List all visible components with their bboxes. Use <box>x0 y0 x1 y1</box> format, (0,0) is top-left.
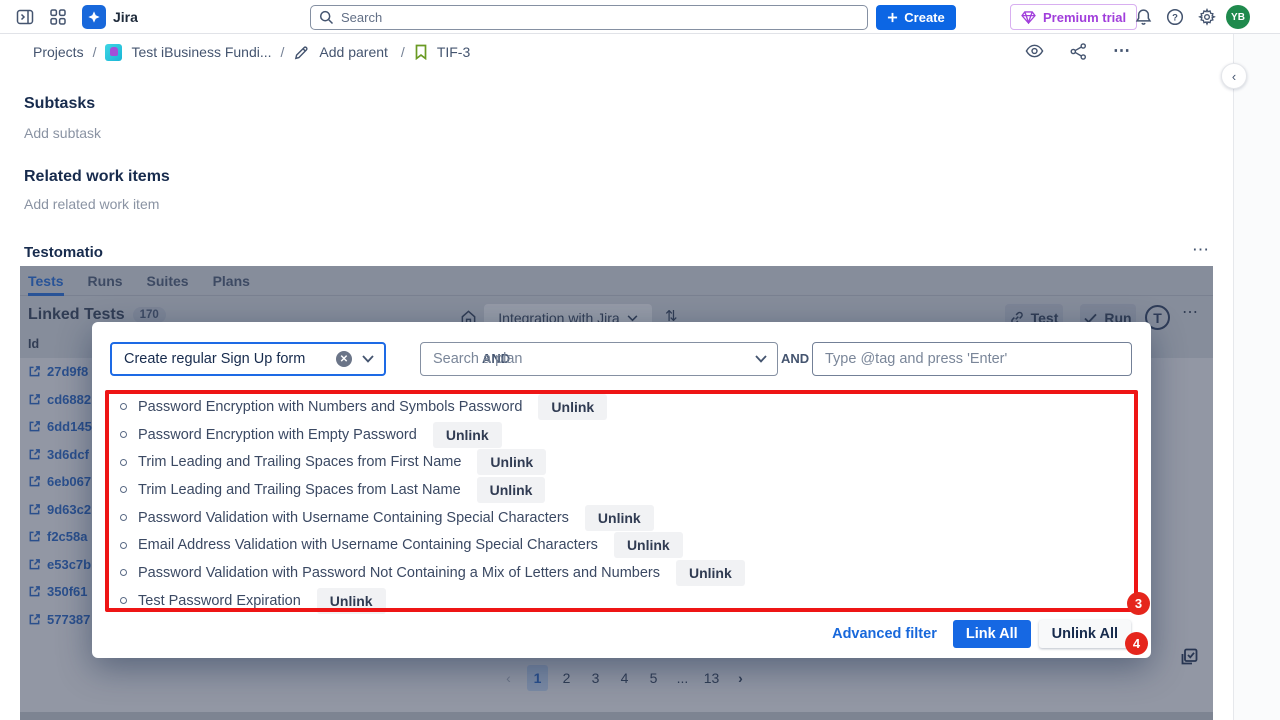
sidebar-expand-icon[interactable] <box>14 6 36 28</box>
add-subtask-link[interactable]: Add subtask <box>24 125 101 141</box>
bookmark-icon <box>414 44 428 60</box>
list-item: Trim Leading and Trailing Spaces from Fi… <box>120 448 745 476</box>
more-actions-icon[interactable]: ⋯ <box>1107 36 1137 66</box>
linked-tests-list: Password Encryption with Numbers and Sym… <box>120 393 745 615</box>
unlink-button[interactable]: Unlink <box>477 477 546 503</box>
breadcrumb-separator: / <box>93 44 97 60</box>
breadcrumb-issue-key[interactable]: TIF-3 <box>437 44 470 60</box>
tag-filter-field[interactable] <box>812 342 1132 376</box>
list-item: Password Encryption with Empty PasswordU… <box>120 421 745 449</box>
unlink-all-button[interactable]: Unlink All <box>1039 620 1131 648</box>
top-navigation-bar: Jira Search Create Premium trial ? YB <box>0 0 1280 34</box>
breadcrumb: Projects / Test iBusiness Fundi... / Add… <box>33 34 470 70</box>
premium-trial-button[interactable]: Premium trial <box>1010 4 1137 30</box>
unlink-button[interactable]: Unlink <box>433 422 502 448</box>
chevron-down-icon[interactable] <box>755 355 767 363</box>
bullet-icon <box>120 569 127 576</box>
breadcrumb-project-name[interactable]: Test iBusiness Fundi... <box>131 44 271 60</box>
plus-icon <box>887 12 898 23</box>
test-filter-input[interactable] <box>112 351 336 367</box>
unlink-button[interactable]: Unlink <box>477 449 546 475</box>
share-icon[interactable] <box>1063 36 1093 66</box>
unlink-button[interactable]: Unlink <box>317 588 386 614</box>
create-button[interactable]: Create <box>876 5 956 30</box>
unlink-button[interactable]: Unlink <box>614 532 683 558</box>
bullet-icon <box>120 486 127 493</box>
help-icon[interactable]: ? <box>1164 6 1186 28</box>
list-item: Trim Leading and Trailing Spaces from La… <box>120 476 745 504</box>
issue-actions: ⋯ <box>1019 36 1137 66</box>
subtasks-heading: Subtasks <box>24 95 95 113</box>
notifications-bell-icon[interactable] <box>1132 6 1154 28</box>
link-tests-modal: ✕ AND AND Password Encryption with Numbe… <box>92 322 1151 658</box>
search-placeholder: Search <box>341 10 382 25</box>
jira-screen: Jira Search Create Premium trial ? YB Pr… <box>0 0 1280 720</box>
app-name: Jira <box>113 9 138 25</box>
edit-pencil-icon <box>293 44 310 61</box>
list-item: Password Validation with Password Not Co… <box>120 559 745 587</box>
link-all-button[interactable]: Link All <box>953 620 1031 648</box>
breadcrumb-projects[interactable]: Projects <box>33 44 84 60</box>
tag-input[interactable] <box>813 351 1131 367</box>
watch-eye-icon[interactable] <box>1019 36 1049 66</box>
list-item: Test Password ExpirationUnlink <box>120 587 745 615</box>
annotation-badge-3: 3 <box>1127 592 1150 615</box>
global-search-input[interactable]: Search <box>310 5 868 30</box>
bullet-icon <box>120 459 127 466</box>
testomatio-heading: Testomatio <box>24 244 103 261</box>
chevron-down-icon[interactable] <box>362 355 374 363</box>
bullet-icon <box>120 542 127 549</box>
bullet-icon <box>120 431 127 438</box>
app-switcher-icon[interactable] <box>47 6 69 28</box>
jira-logo-icon[interactable] <box>82 5 106 29</box>
advanced-filter-link[interactable]: Advanced filter <box>832 626 937 642</box>
clear-icon[interactable]: ✕ <box>336 351 352 367</box>
right-panel-rail: ‹ <box>1233 34 1280 720</box>
settings-gear-icon[interactable] <box>1196 6 1218 28</box>
plan-search-input[interactable] <box>421 351 755 367</box>
annotation-badge-4: 4 <box>1125 632 1148 655</box>
unlink-button[interactable]: Unlink <box>538 394 607 420</box>
related-work-items-heading: Related work items <box>24 168 170 186</box>
bullet-icon <box>120 597 127 604</box>
breadcrumb-add-parent[interactable]: Add parent <box>319 44 388 60</box>
test-filter-combobox[interactable]: ✕ <box>110 342 386 376</box>
and-label: AND <box>781 351 809 366</box>
modal-footer: Advanced filter Link All Unlink All <box>832 620 1131 647</box>
breadcrumb-row: Projects / Test iBusiness Fundi... / Add… <box>0 34 1213 70</box>
list-item: Password Validation with Username Contai… <box>120 504 745 532</box>
unlink-button[interactable]: Unlink <box>585 505 654 531</box>
bullet-icon <box>120 514 127 521</box>
panel-collapse-chevron-icon[interactable]: ‹ <box>1221 63 1247 89</box>
list-item: Email Address Validation with Username C… <box>120 531 745 559</box>
bullet-icon <box>120 403 127 410</box>
diamond-icon <box>1021 11 1036 24</box>
list-item: Password Encryption with Numbers and Sym… <box>120 393 745 421</box>
plan-filter-combobox[interactable] <box>420 342 778 376</box>
project-avatar <box>105 44 122 61</box>
svg-text:?: ? <box>1172 13 1178 24</box>
unlink-button[interactable]: Unlink <box>676 560 745 586</box>
user-avatar[interactable]: YB <box>1226 5 1250 29</box>
add-related-work-item-link[interactable]: Add related work item <box>24 196 159 212</box>
testomatio-more-icon[interactable]: ⋯ <box>1192 240 1210 260</box>
search-icon <box>319 10 334 25</box>
